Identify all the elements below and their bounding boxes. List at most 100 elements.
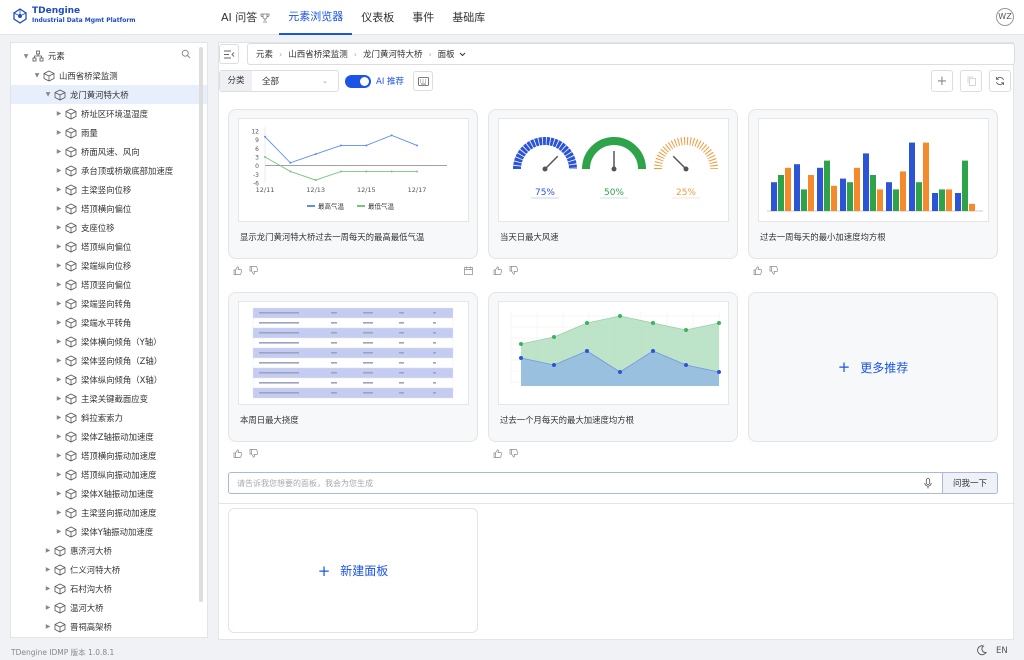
collapse-sidebar-button[interactable] bbox=[219, 44, 239, 64]
category-select[interactable]: 分类 全部 ⌄ bbox=[219, 70, 339, 92]
tree-item[interactable]: ▶ 仁义河特大桥 bbox=[11, 560, 207, 579]
tree-item[interactable]: ▶ 塔顶纵向振动加速度 bbox=[11, 465, 207, 484]
tree-item[interactable]: ▶ 惠济河大桥 bbox=[11, 541, 207, 560]
chevron-right-icon[interactable]: ▶ bbox=[54, 471, 64, 478]
thumbs-down-icon[interactable] bbox=[769, 266, 778, 275]
breadcrumb-item-current[interactable]: 面板 bbox=[438, 48, 455, 60]
nav-element-browser[interactable]: 元素浏览器 bbox=[279, 0, 353, 35]
tree-item[interactable]: ▶ 梁体X轴振动加速度 bbox=[11, 484, 207, 503]
chevron-right-icon[interactable]: ▶ bbox=[43, 585, 53, 592]
chevron-right-icon[interactable]: ▶ bbox=[43, 547, 53, 554]
chevron-right-icon[interactable]: ▶ bbox=[54, 319, 64, 326]
tree-item[interactable]: ▶ 桥址区环境温湿度 bbox=[11, 104, 207, 123]
thumbs-up-icon[interactable] bbox=[753, 266, 762, 275]
copy-button[interactable] bbox=[960, 70, 982, 92]
chevron-right-icon[interactable]: ▶ bbox=[54, 281, 64, 288]
language-switch[interactable]: EN bbox=[996, 646, 1008, 656]
chevron-right-icon[interactable]: ▶ bbox=[54, 224, 64, 231]
tree-item[interactable]: ▶ 承台顶或桥墩底部加速度 bbox=[11, 161, 207, 180]
chevron-right-icon[interactable]: ▶ bbox=[54, 167, 64, 174]
tree-item[interactable]: ▶ 温河大桥 bbox=[11, 598, 207, 617]
panel-card[interactable]: 过去一周每天的最小加速度均方根 bbox=[748, 109, 998, 259]
add-button[interactable]: + bbox=[931, 70, 953, 92]
thumbs-down-icon[interactable] bbox=[509, 266, 518, 275]
nav-dashboard[interactable]: 仪表板 bbox=[352, 0, 403, 35]
breadcrumb-item[interactable]: 龙门黄河特大桥 bbox=[363, 48, 423, 60]
chevron-right-icon[interactable]: ▶ bbox=[54, 110, 64, 117]
tree-item[interactable]: ▶ 梁体横向倾角（Y轴） bbox=[11, 332, 207, 351]
chevron-right-icon[interactable]: ▶ bbox=[54, 452, 64, 459]
chevron-right-icon[interactable]: ▶ bbox=[54, 243, 64, 250]
chevron-right-icon[interactable]: ▶ bbox=[54, 528, 64, 535]
keyboard-button[interactable] bbox=[413, 71, 433, 91]
chevron-right-icon[interactable]: ▶ bbox=[43, 623, 53, 630]
chevron-down-icon[interactable] bbox=[459, 52, 466, 57]
nav-events[interactable]: 事件 bbox=[403, 0, 443, 35]
breadcrumb-item[interactable]: 山西省桥梁监测 bbox=[288, 48, 348, 60]
thumbs-up-icon[interactable] bbox=[233, 266, 242, 275]
tree-item[interactable]: ▶ 主梁竖向振动加速度 bbox=[11, 503, 207, 522]
chevron-right-icon[interactable]: ▶ bbox=[54, 509, 64, 516]
tree-item[interactable]: ▶ 雨量 bbox=[11, 123, 207, 142]
chevron-right-icon[interactable]: ▶ bbox=[54, 148, 64, 155]
thumbs-down-icon[interactable] bbox=[249, 449, 258, 458]
thumbs-up-icon[interactable] bbox=[493, 449, 502, 458]
nav-library[interactable]: 基础库 bbox=[443, 0, 494, 35]
more-recommendations-card[interactable]: + 更多推荐 bbox=[748, 292, 998, 442]
chevron-down-icon[interactable]: ▼ bbox=[43, 91, 53, 98]
chevron-right-icon[interactable]: ▶ bbox=[54, 338, 64, 345]
sidebar-scrollbar[interactable] bbox=[199, 47, 203, 602]
ask-input[interactable]: 请告诉我您想要的面板，我会为您生成 bbox=[228, 472, 943, 494]
panel-card[interactable]: 本周日最大挠度 bbox=[228, 292, 478, 442]
refresh-button[interactable] bbox=[989, 70, 1011, 92]
chevron-right-icon[interactable]: ▶ bbox=[54, 129, 64, 136]
tree-item[interactable]: ▶ 桥面风速、风向 bbox=[11, 142, 207, 161]
tree-item[interactable]: ▶ 梁体纵向倾角（X轴） bbox=[11, 370, 207, 389]
tree-item[interactable]: ▶ 主梁竖向位移 bbox=[11, 180, 207, 199]
chevron-right-icon[interactable]: ▶ bbox=[43, 604, 53, 611]
panel-card[interactable]: 过去一个月每天的最大加速度均方根 bbox=[488, 292, 738, 442]
ai-recommend-toggle[interactable] bbox=[345, 75, 371, 88]
tree-item[interactable]: ▼ 龙门黄河特大桥 bbox=[11, 85, 207, 104]
tree-item[interactable]: ▶ 塔顶横向偏位 bbox=[11, 199, 207, 218]
chevron-right-icon[interactable]: ▶ bbox=[43, 566, 53, 573]
tree-root[interactable]: ▼ 元素 bbox=[11, 46, 207, 66]
search-icon[interactable] bbox=[181, 49, 191, 59]
panel-card[interactable]: 75% 50% 25% 当天日最大风速 bbox=[488, 109, 738, 259]
thumbs-up-icon[interactable] bbox=[233, 449, 242, 458]
chevron-down-icon[interactable]: ▼ bbox=[32, 72, 42, 79]
logo[interactable]: TDengine Industrial Data Mgmt Platform bbox=[12, 6, 136, 26]
tree-item[interactable]: ▶ 梁体Z轴振动加速度 bbox=[11, 427, 207, 446]
tree-item[interactable]: ▶ 梁端竖向转角 bbox=[11, 294, 207, 313]
tree-item[interactable]: ▶ 斜拉索索力 bbox=[11, 408, 207, 427]
thumbs-down-icon[interactable] bbox=[509, 449, 518, 458]
tree-item[interactable]: ▶ 石村沟大桥 bbox=[11, 579, 207, 598]
tree-item[interactable]: ▶ 塔顶横向振动加速度 bbox=[11, 446, 207, 465]
new-panel-card[interactable]: + 新建面板 bbox=[228, 508, 478, 633]
chevron-down-icon[interactable]: ▼ bbox=[21, 53, 31, 60]
ask-button[interactable]: 问我一下 bbox=[943, 472, 998, 494]
tree-item[interactable]: ▶ 塔顶竖向偏位 bbox=[11, 275, 207, 294]
tree-item[interactable]: ▶ 塔顶纵向偏位 bbox=[11, 237, 207, 256]
tree-item[interactable]: ▼ 山西省桥梁监测 bbox=[11, 66, 207, 85]
tree-item[interactable]: ▶ 梁端水平转角 bbox=[11, 313, 207, 332]
tree-item[interactable]: ▶ 主梁关键截面应变 bbox=[11, 389, 207, 408]
calendar-icon[interactable] bbox=[464, 266, 473, 275]
chevron-right-icon[interactable]: ▶ bbox=[54, 376, 64, 383]
tree-item[interactable]: ▶ 晋祠高架桥 bbox=[11, 617, 207, 636]
chevron-right-icon[interactable]: ▶ bbox=[54, 262, 64, 269]
chevron-right-icon[interactable]: ▶ bbox=[54, 433, 64, 440]
tree-item[interactable]: ▶ 梁体Y轴振动加速度 bbox=[11, 522, 207, 541]
breadcrumb-item[interactable]: 元素 bbox=[256, 48, 273, 60]
chevron-right-icon[interactable]: ▶ bbox=[54, 490, 64, 497]
avatar[interactable]: WZ bbox=[996, 8, 1014, 26]
thumbs-down-icon[interactable] bbox=[249, 266, 258, 275]
tree-item[interactable]: ▶ 梁端纵向位移 bbox=[11, 256, 207, 275]
chevron-right-icon[interactable]: ▶ bbox=[54, 205, 64, 212]
chevron-right-icon[interactable]: ▶ bbox=[54, 186, 64, 193]
tree-item[interactable]: ▶ 梁体竖向倾角（Z轴） bbox=[11, 351, 207, 370]
moon-icon[interactable] bbox=[976, 645, 987, 656]
thumbs-up-icon[interactable] bbox=[493, 266, 502, 275]
microphone-icon[interactable] bbox=[924, 478, 932, 489]
tree-item[interactable]: ▶ 支座位移 bbox=[11, 218, 207, 237]
